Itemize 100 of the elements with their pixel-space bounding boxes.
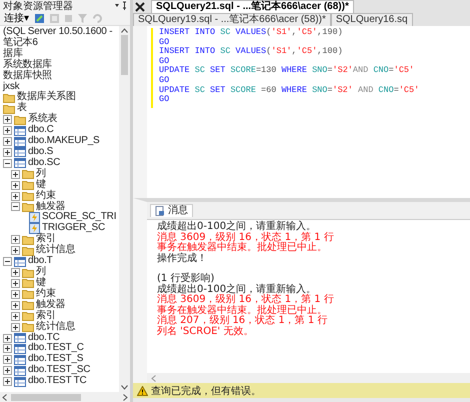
- expander-toggle[interactable]: [3, 377, 12, 386]
- tree-item[interactable]: dbo.TEST_SC: [28, 365, 90, 376]
- horizontal-scrollbar[interactable]: [0, 392, 130, 402]
- tree-item[interactable]: dbo.SC: [28, 158, 60, 169]
- code-line: UPDATE SC SET SCORE =60 WHERE SNO='S2' AND CNO='C5': [159, 86, 420, 95]
- tree-item[interactable]: dbo.MAKEUP_S: [28, 136, 100, 147]
- expander-toggle[interactable]: [3, 334, 12, 343]
- table-icon: [14, 147, 26, 158]
- query-editor[interactable]: INSERT INTO SC VALUES('S1','C5',190) GO INSERT INTO SC VALUES('S1','C5',100) GO UPDATE SC SET SCORE=130 WHERE SNO='S2'AND CNO='C5' GO UPDATE SC SET SCORE =60 WHERE SNO='S2' AND CNO='C5' GO: [133, 26, 470, 198]
- tree-item[interactable]: 索引: [36, 310, 56, 322]
- folder-icon: [22, 169, 34, 180]
- tree-item[interactable]: SCORE_SC_TRI: [42, 212, 116, 224]
- expander-toggle[interactable]: [11, 246, 20, 256]
- tree-item[interactable]: TRIGGER_SC: [42, 223, 106, 234]
- vertical-scrollbar[interactable]: [119, 26, 130, 392]
- folder-icon: [22, 268, 34, 278]
- document-tab[interactable]: SQLQuery21.sql - ...笔记本666\acer (68))*: [151, 0, 354, 13]
- table-icon: [14, 376, 26, 387]
- message-line: 成绩超出0-100之间，请重新输入。: [157, 222, 318, 232]
- tree-item[interactable]: 触发器: [36, 300, 66, 311]
- tree-item[interactable]: 系统数据库: [3, 60, 52, 71]
- trigger-icon: [29, 223, 40, 234]
- scrollbar-thumb[interactable]: [121, 35, 128, 75]
- tree-item[interactable]: dbo.C: [28, 125, 54, 136]
- expander-toggle[interactable]: [3, 137, 12, 146]
- expander-toggle[interactable]: [3, 344, 12, 354]
- tree-item[interactable]: (SQL Server 10.50.1600 - 笔记本6: [3, 27, 119, 49]
- message-line: (1 行受影响): [157, 274, 216, 284]
- scrollbar-thumb[interactable]: [11, 394, 81, 400]
- message-icon: [155, 206, 165, 216]
- tree-item[interactable]: 系统表: [28, 114, 58, 126]
- tree-item[interactable]: 统计信息: [36, 245, 76, 256]
- document-tab[interactable]: SQLQuery19.sql - ...笔记本666\acer (58))*: [133, 13, 331, 26]
- expander-toggle[interactable]: [3, 355, 12, 364]
- scroll-left-icon[interactable]: [2, 394, 7, 400]
- tree-item[interactable]: dbo.S: [28, 146, 54, 158]
- expander-toggle[interactable]: [11, 192, 20, 201]
- message-line: 消息 3609，级别 16，状态 1，第 1 行: [157, 295, 335, 305]
- messages-tab[interactable]: 消息: [150, 204, 193, 217]
- pin-icon[interactable]: [115, 1, 127, 11]
- expander-toggle[interactable]: [3, 366, 12, 376]
- message-line: 消息 207，级别 16，状态 1，第 1 行: [157, 316, 328, 326]
- explorer-title: 对象资源管理器: [3, 0, 73, 12]
- horizontal-scrollbar[interactable]: [147, 373, 470, 383]
- tree-item[interactable]: dbo.TEST_S: [28, 354, 84, 366]
- expander-toggle[interactable]: [11, 268, 20, 278]
- tree-item[interactable]: 数据库快照: [3, 70, 52, 82]
- expander-toggle[interactable]: [3, 257, 12, 266]
- table-icon: [14, 333, 26, 344]
- code-line: INSERT INTO SC VALUES('S1','C5',190): [159, 28, 344, 38]
- expander-toggle[interactable]: [11, 278, 20, 288]
- document-tab[interactable]: SQLQuery16.sq: [330, 13, 413, 26]
- message-line: 成绩超出0-100之间，请重新输入。: [157, 284, 318, 294]
- tree-item[interactable]: jxsk: [3, 82, 20, 92]
- tree-item[interactable]: dbo.T: [28, 256, 53, 268]
- folder-icon: [22, 289, 34, 300]
- connect-button[interactable]: 连接▾: [3, 12, 30, 25]
- scroll-right-icon[interactable]: [123, 394, 128, 400]
- folder-icon: [22, 246, 34, 256]
- expander-toggle[interactable]: [11, 290, 20, 299]
- table-icon: [14, 354, 26, 365]
- expander-toggle[interactable]: [11, 180, 20, 190]
- message-line: 事务在触发器中结束。批处理已中止。: [157, 306, 327, 316]
- trigger-icon: [29, 212, 40, 224]
- expander-toggle[interactable]: [3, 126, 12, 136]
- expander-toggle[interactable]: [11, 235, 20, 244]
- scroll-down-icon[interactable]: [121, 385, 128, 390]
- expander-toggle[interactable]: [11, 300, 20, 310]
- scroll-up-icon[interactable]: [121, 28, 128, 33]
- message-line: 列名 'SCROE' 无效。: [157, 326, 254, 337]
- expander-toggle[interactable]: [11, 170, 20, 179]
- table-icon: [14, 158, 26, 168]
- expander-toggle[interactable]: [3, 148, 12, 157]
- expander-toggle[interactable]: [3, 158, 12, 168]
- status-text: 查询已完成，但有错误。: [151, 384, 261, 398]
- expander-toggle[interactable]: [11, 202, 20, 212]
- tree-item[interactable]: 表: [17, 103, 27, 114]
- tree-item[interactable]: 列: [36, 267, 46, 278]
- tree-item[interactable]: dbo.TC: [28, 332, 60, 344]
- message-line: 事务在触发器中结束。批处理已中止。: [157, 243, 328, 253]
- expander-toggle[interactable]: [11, 312, 20, 321]
- code-line: GO: [159, 95, 170, 105]
- tree-item[interactable]: 键: [36, 278, 46, 289]
- warning-icon: [137, 386, 148, 396]
- tree-item[interactable]: 触发器: [36, 202, 66, 212]
- expander-toggle[interactable]: [11, 322, 20, 332]
- tree-item[interactable]: 约束: [36, 190, 56, 202]
- close-icon[interactable]: [135, 2, 145, 12]
- tree-item[interactable]: dbo.TEST_C: [28, 343, 84, 354]
- tree-item[interactable]: 列: [36, 168, 46, 180]
- tree-item[interactable]: 键: [36, 180, 46, 191]
- folder-icon: [22, 322, 34, 332]
- tree-item[interactable]: dbo.TEST TC: [28, 376, 87, 388]
- tree-item[interactable]: 据库: [3, 48, 23, 60]
- tree-item[interactable]: 约束: [36, 288, 56, 300]
- table-icon: [14, 344, 26, 354]
- folder-icon: [22, 234, 34, 245]
- expander-toggle[interactable]: [3, 115, 12, 124]
- tree-item[interactable]: 统计信息: [36, 322, 76, 333]
- folder-icon: [22, 202, 34, 212]
